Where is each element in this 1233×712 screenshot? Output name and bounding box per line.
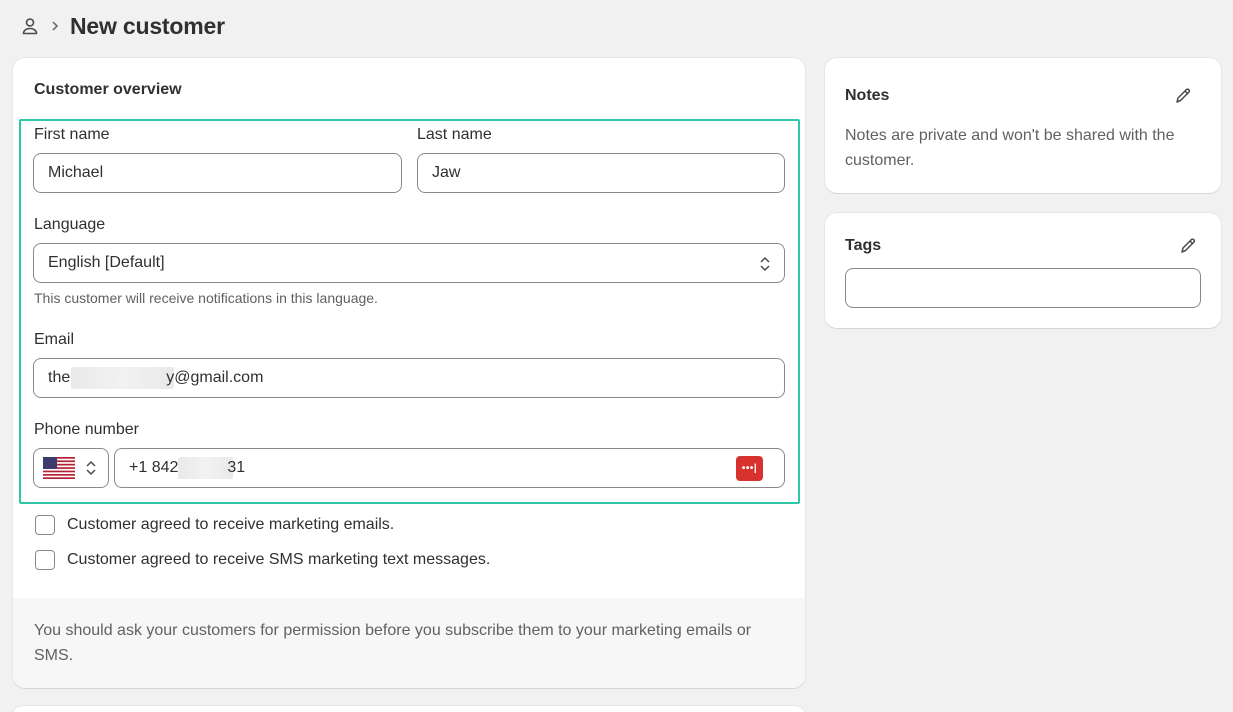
- tags-card: Tags: [825, 213, 1221, 328]
- email-label: Email: [34, 331, 75, 348]
- email-value-prefix: the: [48, 369, 71, 386]
- last-name-label: Last name: [417, 126, 492, 143]
- tags-input[interactable]: [845, 268, 1201, 308]
- marketing-email-label: Customer agreed to receive marketing ema…: [67, 516, 395, 533]
- phone-value-suffix: 31: [227, 459, 246, 476]
- customer-overview-card: Customer overview First name Michael Las…: [13, 58, 805, 688]
- language-select-value: English [Default]: [48, 254, 165, 271]
- pencil-icon[interactable]: [1173, 86, 1193, 106]
- marketing-email-row[interactable]: Customer agreed to receive marketing ema…: [35, 515, 394, 535]
- page-header: New customer: [20, 10, 225, 42]
- language-help-text: This customer will receive notifications…: [34, 290, 378, 306]
- marketing-sms-row[interactable]: Customer agreed to receive SMS marketing…: [35, 550, 490, 570]
- last-name-input[interactable]: Jaw: [417, 153, 785, 193]
- select-arrows-icon: [758, 255, 772, 273]
- tags-heading: Tags: [845, 237, 882, 254]
- redacted-block: [71, 367, 175, 389]
- first-name-label: First name: [34, 126, 110, 143]
- email-value-suffix: y@gmail.com: [166, 369, 264, 386]
- permission-note: You should ask your customers for permis…: [34, 622, 752, 664]
- select-arrows-icon: [85, 459, 97, 477]
- marketing-email-checkbox[interactable]: [35, 515, 55, 535]
- country-code-select[interactable]: [33, 448, 109, 488]
- permission-footer: You should ask your customers for permis…: [13, 598, 805, 688]
- email-input[interactable]: the y@gmail.com: [33, 358, 785, 398]
- phone-input[interactable]: +1 842 31 •••|: [114, 448, 785, 488]
- password-manager-icon[interactable]: •••|: [736, 456, 763, 481]
- language-label: Language: [34, 216, 106, 233]
- marketing-sms-checkbox[interactable]: [35, 550, 55, 570]
- next-card-edge: [13, 706, 805, 712]
- language-select[interactable]: English [Default]: [33, 243, 785, 283]
- chevron-right-icon: [50, 19, 60, 33]
- redacted-block: [178, 457, 234, 479]
- pencil-icon[interactable]: [1178, 236, 1198, 256]
- marketing-sms-label: Customer agreed to receive SMS marketing…: [67, 551, 491, 568]
- page-title: New customer: [70, 12, 225, 39]
- customer-overview-heading: Customer overview: [34, 81, 182, 98]
- phone-label: Phone number: [34, 421, 139, 438]
- notes-text: Notes are private and won't be shared wi…: [845, 127, 1175, 169]
- notes-card: Notes Notes are private and won't be sha…: [825, 58, 1221, 193]
- first-name-input[interactable]: Michael: [33, 153, 402, 193]
- phone-value-prefix: +1 842: [129, 459, 179, 476]
- notes-heading: Notes: [845, 87, 890, 104]
- us-flag-icon: [43, 457, 75, 479]
- person-icon[interactable]: [20, 16, 40, 36]
